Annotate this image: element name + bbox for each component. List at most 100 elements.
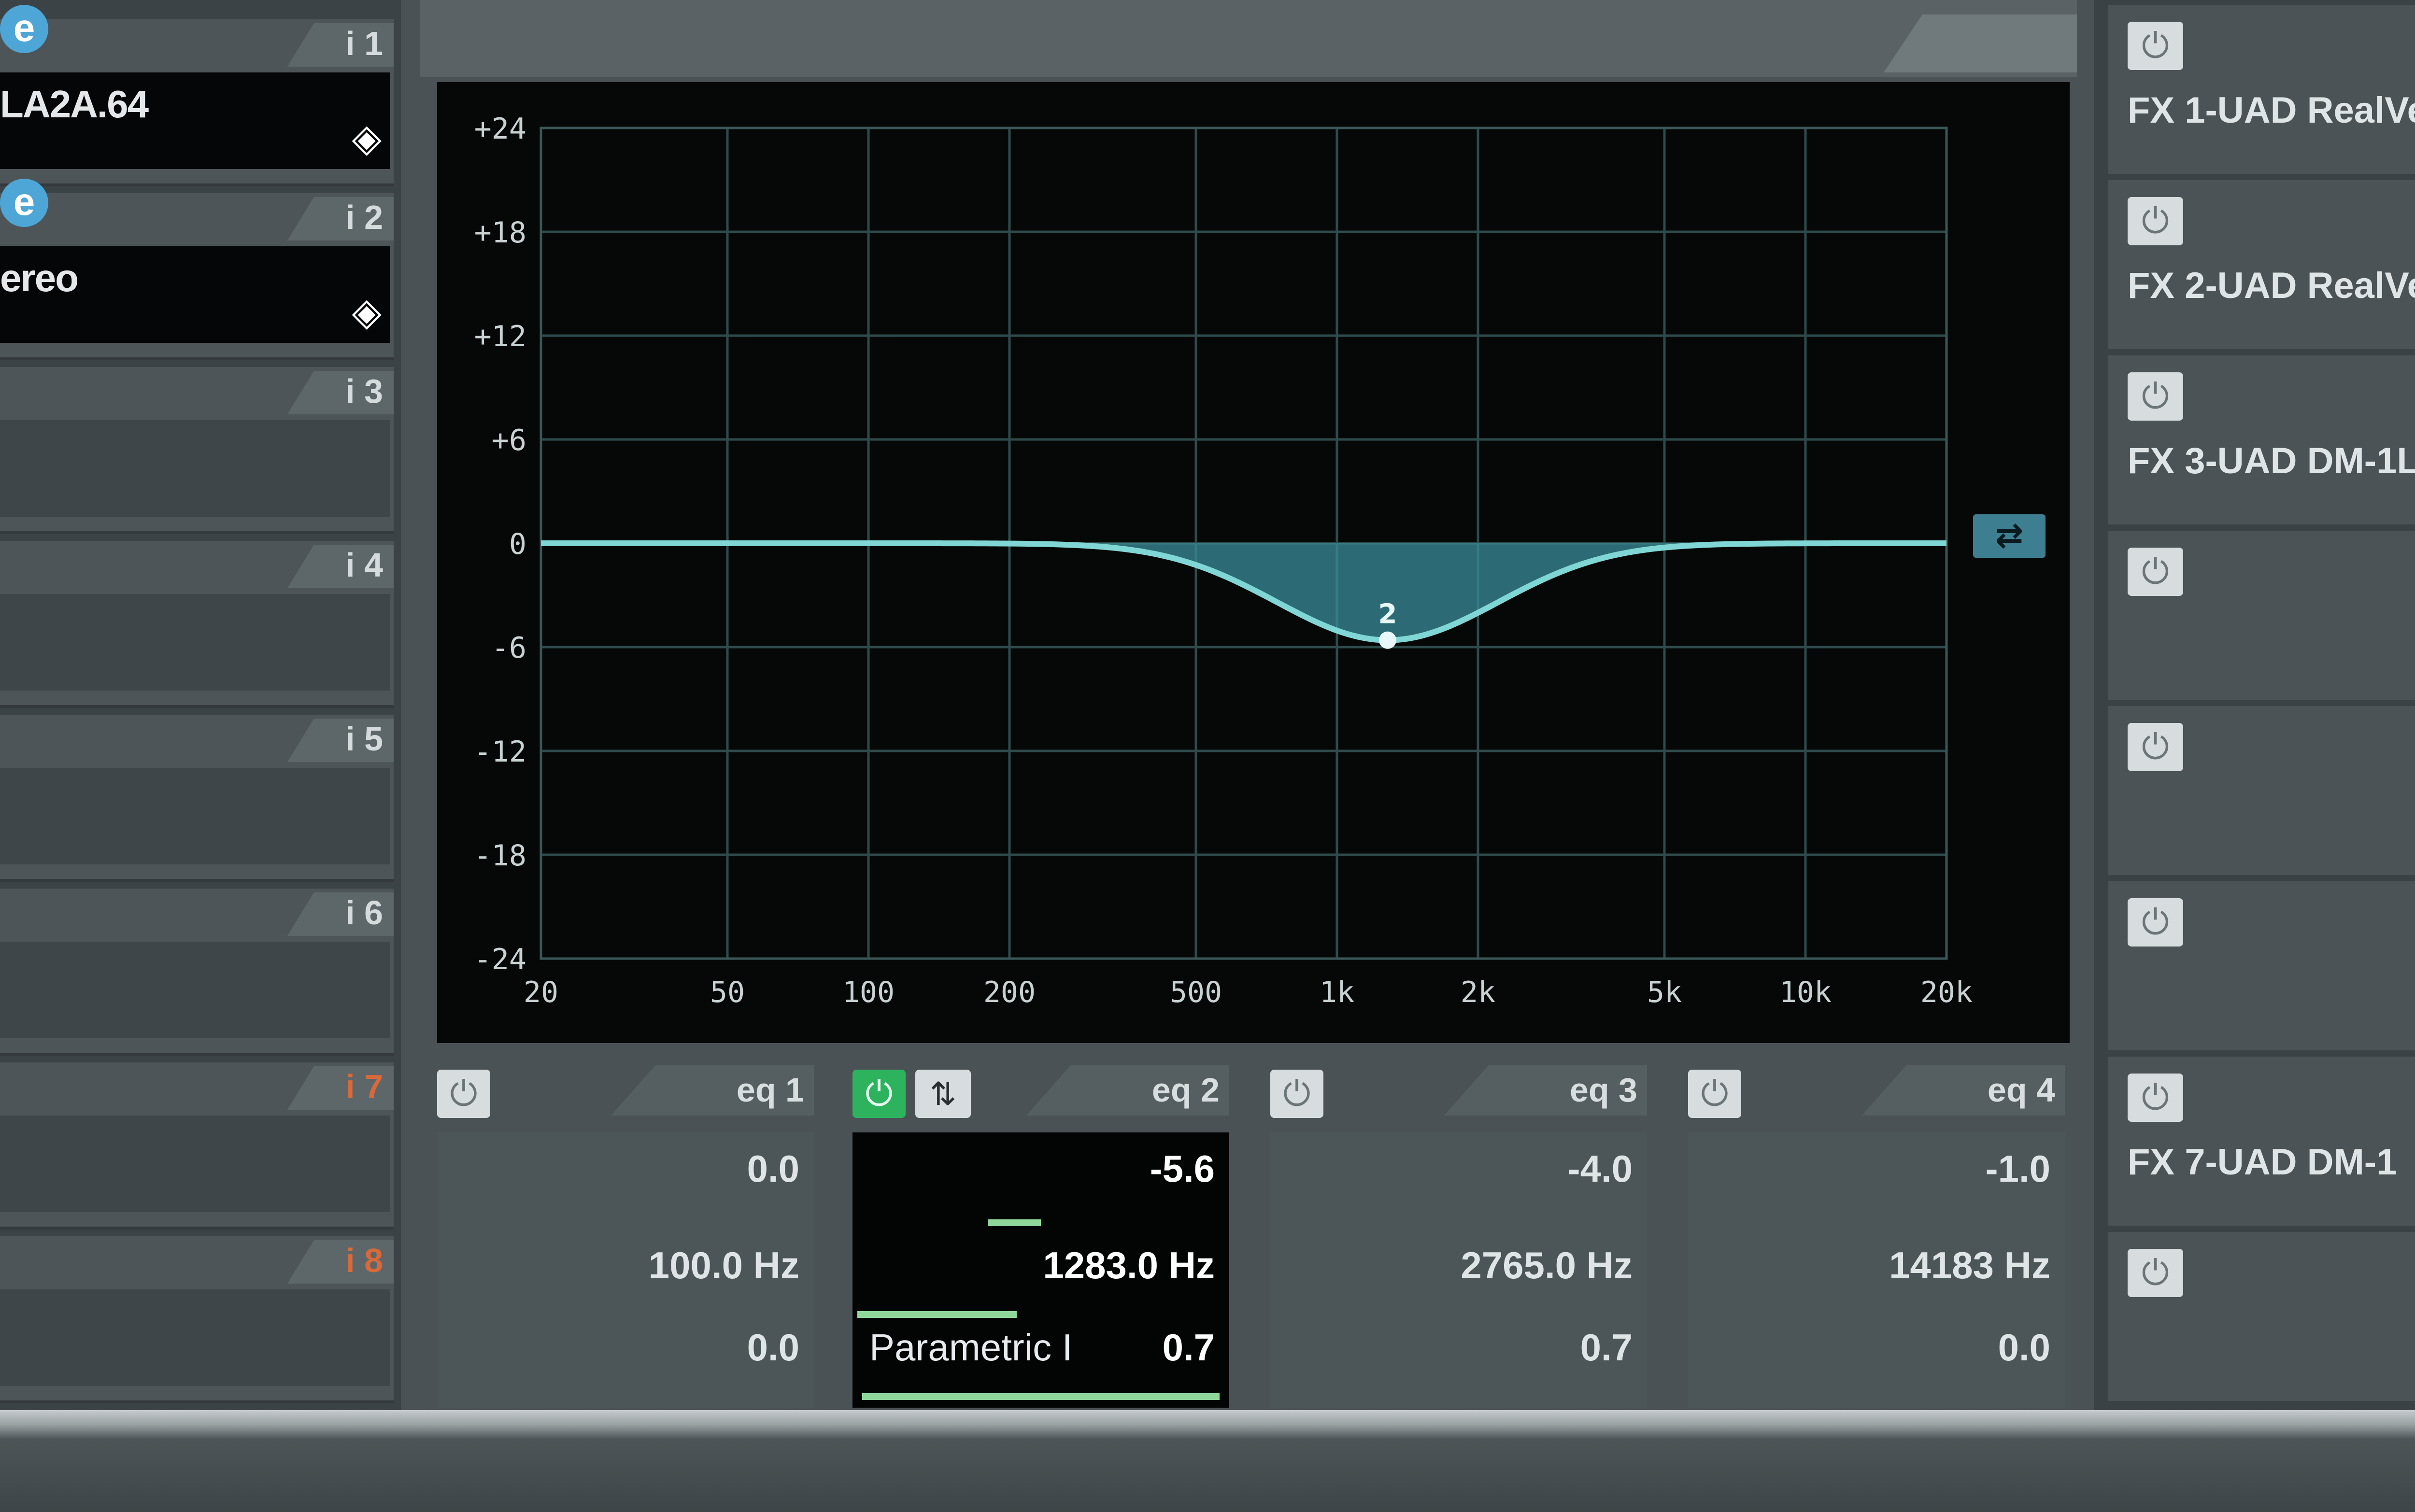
invert-icon[interactable]: ⇅ (915, 1070, 971, 1118)
edit-icon[interactable]: e (0, 5, 48, 53)
eq-band-header: eq 1 ⏻ (437, 1060, 814, 1118)
power-icon[interactable]: ⏻ (1688, 1070, 1741, 1118)
insert-slot-number: i 6 (345, 894, 383, 932)
eq-band-gain-value[interactable]: 0.0 (747, 1147, 799, 1191)
fx-send-slot[interactable]: ⏻ FX 2-UAD RealVerb (2108, 180, 2415, 349)
fx-send-slot[interactable]: ⏻ (2108, 531, 2415, 700)
eq-curve-display[interactable]: +24 +18 +12 +6 0 -6 -12 -18 -2420 50 100 200 500 1k 2k… (437, 82, 2070, 1043)
eq-band-gain-value[interactable]: -1.0 (1986, 1147, 2050, 1191)
eq-band-q-value[interactable]: 0.7 (1163, 1326, 1215, 1370)
insert-slot-number: i 1 (345, 25, 383, 62)
eq-band-header: eq 2 ⏻ ⇅ (852, 1060, 1229, 1118)
x-tick-label: 50 (710, 975, 745, 1009)
eq-band-gain-value[interactable]: -5.6 (1150, 1147, 1215, 1191)
power-icon[interactable]: ⏻ (1270, 1070, 1323, 1118)
power-icon[interactable]: ⏻ (2128, 1074, 2183, 1122)
fx-send-name: FX 2-UAD RealVerb (2128, 265, 2415, 306)
power-icon[interactable]: ⏻ (2128, 22, 2183, 70)
eq-band-type[interactable]: Parametric I (869, 1326, 1072, 1370)
x-tick-label: 10k (1779, 975, 1832, 1009)
x-tick-label: 1k (1320, 975, 1354, 1009)
fx-send-slot[interactable]: ⏻ (2108, 881, 2415, 1050)
eq-band-q-value[interactable]: 0.7 (1580, 1326, 1633, 1370)
q-indicator-bar (862, 1393, 1220, 1400)
eq-band-label: eq 4 (1987, 1071, 2055, 1109)
power-icon[interactable]: ⏻ (437, 1070, 490, 1118)
insert-plugin-name: ereo (0, 256, 79, 299)
power-icon[interactable]: ⏻ (2128, 372, 2183, 421)
diamond-arrow-icon[interactable]: ◈ (352, 115, 382, 160)
bottom-bezel (0, 1410, 2415, 1512)
insert-plugin-field[interactable]: LA2A.64 ◈ (0, 72, 390, 169)
eq-band-values[interactable]: -4.0 2765.0 Hz 0.7 (1270, 1132, 1647, 1408)
x-tick-label: 20 (524, 975, 558, 1009)
insert-plugin-name: LA2A.64 (0, 83, 149, 126)
y-tick-label: -18 (474, 839, 526, 873)
eq-band-handle[interactable] (1378, 631, 1396, 649)
fx-send-slot[interactable]: ⏻ (2108, 706, 2415, 875)
insert-plugin-field[interactable] (0, 420, 390, 517)
fx-send-slot[interactable]: ⏻ FX 1-UAD RealVerb (2108, 5, 2415, 174)
freq-indicator-bar (857, 1311, 1017, 1318)
power-icon[interactable]: ⏻ (852, 1070, 906, 1118)
insert-slot-number: i 4 (345, 546, 383, 584)
eq-band-values[interactable]: -5.6 1283.0 Hz 0.7 Parametric I (852, 1132, 1229, 1408)
diamond-arrow-icon[interactable]: ◈ (352, 289, 382, 334)
power-icon[interactable]: ⏻ (2128, 197, 2183, 245)
top-strip (420, 0, 2077, 77)
x-tick-label: 2k (1461, 975, 1495, 1009)
insert-plugin-field[interactable] (0, 768, 390, 864)
power-icon[interactable]: ⏻ (2128, 898, 2183, 947)
insert-slot[interactable]: i 2 ereo ◈ e (0, 179, 394, 360)
x-tick-label: 5k (1647, 975, 1682, 1009)
eq-band-freq-value[interactable]: 2765.0 Hz (1461, 1244, 1633, 1287)
y-tick-label: -24 (474, 943, 526, 976)
eq-band-q-value[interactable]: 0.0 (747, 1326, 799, 1370)
eq-band-q-value[interactable]: 0.0 (1998, 1326, 2050, 1370)
eq-band-freq-value[interactable]: 1283.0 Hz (1043, 1244, 1215, 1287)
insert-plugin-field[interactable] (0, 1116, 390, 1212)
swap-icon-glyph: ⇄ (1995, 515, 2024, 555)
insert-slot-number: i 2 (345, 198, 383, 236)
fx-send-slot[interactable]: ⏻ FX 3-UAD DM-1L (2108, 355, 2415, 524)
insert-slot[interactable]: i 6 (0, 889, 394, 1056)
eq-band-3: eq 3 ⏻ -4.0 2765.0 Hz 0.7 (1270, 1060, 1647, 1408)
insert-slot[interactable]: i 1 LA2A.64 ◈ e (0, 5, 394, 186)
insert-slot[interactable]: i 4 (0, 541, 394, 708)
eq-band-freq-value[interactable]: 14183 Hz (1889, 1244, 2050, 1287)
eq-response-fill (541, 543, 1946, 640)
eq-band-label: eq 3 (1569, 1071, 1637, 1109)
insert-slot[interactable]: i 8 (0, 1236, 394, 1403)
eq-band-values[interactable]: 0.0 100.0 Hz 0.0 (437, 1132, 814, 1408)
insert-slot[interactable]: i 7 (0, 1062, 394, 1229)
gain-indicator-bar (988, 1219, 1041, 1226)
eq-band-handle-label: 2 (1378, 599, 1397, 630)
y-tick-label: +24 (474, 112, 526, 146)
eq-band-freq-value[interactable]: 100.0 Hz (649, 1244, 799, 1287)
insert-plugin-field[interactable] (0, 1289, 390, 1386)
eq-band-1: eq 1 ⏻ 0.0 100.0 Hz 0.0 (437, 1060, 814, 1408)
insert-slot[interactable]: i 5 (0, 715, 394, 882)
power-icon[interactable]: ⏻ (2128, 1249, 2183, 1297)
fx-send-name: FX 1-UAD RealVerb (2128, 90, 2415, 131)
x-tick-label: 500 (1170, 975, 1222, 1009)
y-tick-label: +6 (492, 424, 526, 457)
insert-plugin-field[interactable] (0, 942, 390, 1038)
x-tick-label: 20k (1920, 975, 1973, 1009)
insert-slot-number: i 3 (345, 372, 383, 410)
insert-slot[interactable]: i 3 (0, 367, 394, 534)
fx-send-slot[interactable]: ⏻ FX 7-UAD DM-1 (2108, 1057, 2415, 1226)
eq-band-gain-value[interactable]: -4.0 (1568, 1147, 1633, 1191)
insert-plugin-field[interactable]: ereo ◈ (0, 246, 390, 343)
eq-band-values[interactable]: -1.0 14183 Hz 0.0 (1688, 1132, 2065, 1408)
edit-icon[interactable]: e (0, 179, 48, 227)
insert-plugin-field[interactable] (0, 594, 390, 691)
power-icon[interactable]: ⏻ (2128, 723, 2183, 771)
power-icon[interactable]: ⏻ (2128, 548, 2183, 596)
insert-slot-number: i 5 (345, 720, 383, 758)
x-tick-label: 100 (842, 975, 895, 1009)
fx-send-name: FX 3-UAD DM-1L (2128, 440, 2415, 481)
eq-graph-panel[interactable]: +24 +18 +12 +6 0 -6 -12 -18 -24 20 50 100 200 500 1k 2k… (437, 82, 2070, 1043)
y-tick-label: -12 (474, 735, 526, 769)
fx-send-slot[interactable]: ⏻ (2108, 1232, 2415, 1401)
